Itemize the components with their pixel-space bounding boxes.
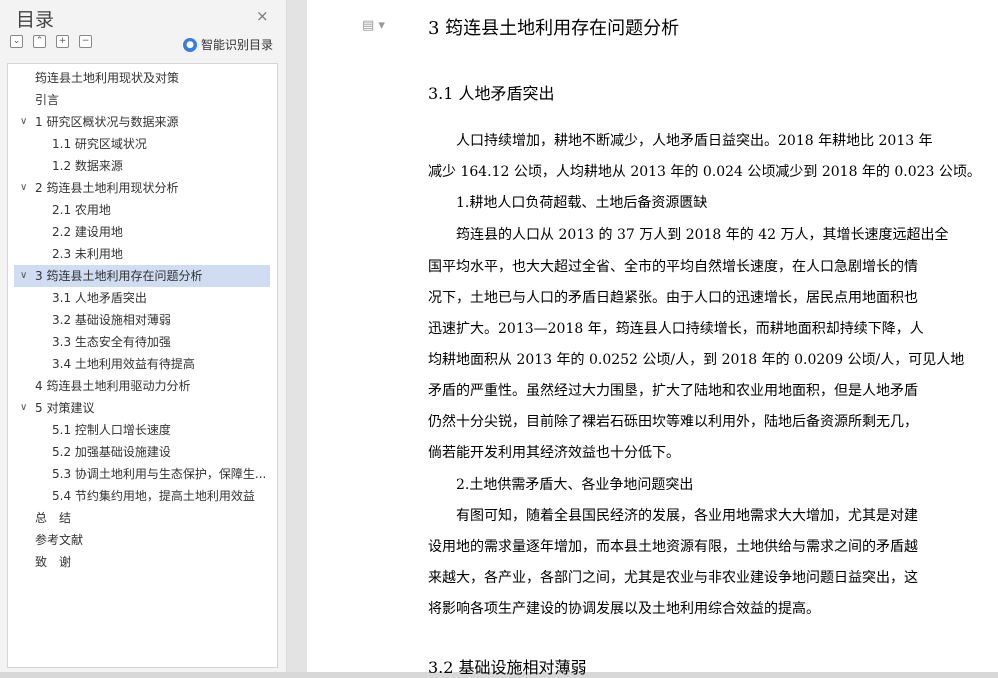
toc-item-label: 引言 xyxy=(35,93,60,107)
toc-item[interactable]: 3.2 基础设施相对薄弱 xyxy=(14,309,270,331)
remove-heading-icon[interactable]: − xyxy=(79,35,92,48)
chevron-down-icon[interactable]: ∨ xyxy=(20,111,27,133)
expand-all-icon[interactable]: ⌄ xyxy=(10,35,23,48)
paragraph-menu-icon[interactable]: ▤ ▾ xyxy=(362,18,385,33)
toc-item-label: 2.1 农用地 xyxy=(52,203,111,217)
toc-sidebar: 目录 × ⌄ ⌃ + − ● 智能识别目录 筠连县土地利用现状及对策 引言 ∨ 1 研… xyxy=(0,0,287,672)
toc-outline: 筠连县土地利用现状及对策 引言 ∨ 1 研究区概状况与数据来源 1.1 研究区域状况 1.… xyxy=(7,63,278,668)
toc-item-label: 2.2 建设用地 xyxy=(52,225,123,239)
toc-item[interactable]: ∨ 1 研究区概状况与数据来源 xyxy=(14,111,270,133)
paragraph-line: 减少 164.12 公顷，人均耕地从 2013 年的 0.024 公顷减少到 2… xyxy=(428,164,981,180)
paragraph-line: 均耕地面积从 2013 年的 0.0252 公顷/人，到 2018 年的 0.0… xyxy=(428,352,965,368)
toc-item[interactable]: 5.4 节约集约用地，提高土地利用效益 xyxy=(14,485,270,507)
paragraph-line: 设用地的需求量逐年增加，而本县土地资源有限，土地供给与需求之间的矛盾越 xyxy=(428,539,918,555)
toc-item-label: 1.1 研究区域状况 xyxy=(52,137,147,151)
toc-item-label: 4 筠连县土地利用驱动力分析 xyxy=(35,379,191,393)
paragraph-line: 2.土地供需矛盾大、各业争地问题突出 xyxy=(428,477,694,493)
toc-item[interactable]: 3.4 土地利用效益有待提高 xyxy=(14,353,270,375)
add-heading-icon[interactable]: + xyxy=(56,35,69,48)
paragraph-line: 来越大，各产业，各部门之间，尤其是农业与非农业建设争地问题日益突出，这 xyxy=(428,570,918,586)
toc-item[interactable]: ∨ 2 筠连县土地利用现状分析 xyxy=(14,177,270,199)
paragraph-line: 将影响各项生产建设的协调发展以及土地利用综合效益的提高。 xyxy=(428,601,820,617)
document-page: ▤ ▾ 3 筠连县土地利用存在问题分析 3.1 人地矛盾突出 3.2 基础设施相… xyxy=(307,0,998,677)
toc-item[interactable]: 总 结 xyxy=(14,507,270,529)
smart-toc-icon: ● xyxy=(183,37,197,52)
toc-item-label: 1 研究区概状况与数据来源 xyxy=(35,115,179,129)
toc-item-label: 总 结 xyxy=(35,511,72,525)
chevron-down-icon[interactable]: ∨ xyxy=(20,265,27,287)
toc-item[interactable]: 3.3 生态安全有待加强 xyxy=(14,331,270,353)
toc-title: 目录 xyxy=(16,9,55,31)
toc-item[interactable]: 参考文献 xyxy=(14,529,270,551)
chevron-down-icon[interactable]: ∨ xyxy=(20,177,27,199)
toc-item[interactable]: ∨ 5 对策建议 xyxy=(14,397,270,419)
toc-item[interactable]: 3.1 人地矛盾突出 xyxy=(14,287,270,309)
toc-item-label: 3.4 土地利用效益有待提高 xyxy=(52,357,195,371)
section-heading: 3 筠连县土地利用存在问题分析 xyxy=(428,18,680,39)
paragraph-line: 况下，土地已与人口的矛盾日趋紧张。由于人口的迅速增长，居民点用地面积也 xyxy=(428,290,918,306)
toc-item[interactable]: 2.3 未利用地 xyxy=(14,243,270,265)
toc-item[interactable]: 1.2 数据来源 xyxy=(14,155,270,177)
toc-item[interactable]: 2.2 建设用地 xyxy=(14,221,270,243)
toc-item-label: 5.2 加强基础设施建设 xyxy=(52,445,171,459)
toc-item-label: 2.3 未利用地 xyxy=(52,247,123,261)
paragraph-line: 矛盾的严重性。虽然经过大力围垦，扩大了陆地和农业用地面积，但是人地矛盾 xyxy=(428,383,918,399)
toc-item[interactable]: 2.1 农用地 xyxy=(14,199,270,221)
paragraph-line: 有图可知，随着全县国民经济的发展，各业用地需求大大增加，尤其是对建 xyxy=(428,508,918,524)
toc-item[interactable]: 4 筠连县土地利用驱动力分析 xyxy=(14,375,270,397)
toc-toolbar: ⌄ ⌃ + − xyxy=(10,35,92,48)
collapse-all-icon[interactable]: ⌃ xyxy=(33,35,46,48)
toc-item-label: 筠连县土地利用现状及对策 xyxy=(35,71,180,85)
paragraph-line: 国平均水平，也大大超过全省、全市的平均自然增长速度，在人口急剧增长的情 xyxy=(428,259,918,275)
toc-item-label: 3.2 基础设施相对薄弱 xyxy=(52,313,171,327)
smart-toc-button[interactable]: ● 智能识别目录 xyxy=(183,36,273,53)
toc-item-label: 致 谢 xyxy=(35,555,72,569)
toc-item[interactable]: 筠连县土地利用现状及对策 xyxy=(14,67,270,89)
paragraph-line: 倘若能开发利用其经济效益也十分低下。 xyxy=(428,445,680,461)
toc-item[interactable]: 1.1 研究区域状况 xyxy=(14,133,270,155)
page-gutter xyxy=(287,0,307,672)
subsection-heading: 3.1 人地矛盾突出 xyxy=(428,84,555,103)
toc-item-label: 2 筠连县土地利用现状分析 xyxy=(35,181,179,195)
next-subsection-heading: 3.2 基础设施相对薄弱 xyxy=(428,658,587,677)
toc-item[interactable]: 致 谢 xyxy=(14,551,270,573)
toc-item[interactable]: 引言 xyxy=(14,89,270,111)
toc-item-label: 5 对策建议 xyxy=(35,401,95,415)
toc-item[interactable]: 5.2 加强基础设施建设 xyxy=(14,441,270,463)
paragraph-line: 仍然十分尖锐，目前除了裸岩石砾田坎等难以利用外，陆地后备资源所剩无几， xyxy=(428,414,918,430)
close-icon[interactable]: × xyxy=(256,7,269,25)
toc-item-label: 3.1 人地矛盾突出 xyxy=(52,291,147,305)
smart-toc-label: 智能识别目录 xyxy=(201,38,274,52)
toc-item-label: 参考文献 xyxy=(35,533,84,547)
toc-item-label: 5.4 节约集约用地，提高土地利用效益 xyxy=(52,489,255,503)
paragraph-line: 迅速扩大。2013—2018 年，筠连县人口持续增长，而耕地面积却持续下降，人 xyxy=(428,321,924,337)
toc-item-label: 3.3 生态安全有待加强 xyxy=(52,335,171,349)
paragraph-line: 筠连县的人口从 2013 的 37 万人到 2018 年的 42 万人，其增长速… xyxy=(428,227,949,243)
toc-item[interactable]: 5.1 控制人口增长速度 xyxy=(14,419,270,441)
chevron-down-icon[interactable]: ∨ xyxy=(20,397,27,419)
paragraph-line: 1.耕地人口负荷超载、土地后备资源匮缺 xyxy=(428,195,708,211)
toc-item[interactable]: 5.3 协调土地利用与生态保护，保障生... xyxy=(14,463,270,485)
paragraph-line: 人口持续增加，耕地不断减少，人地矛盾日益突出。2018 年耕地比 2013 年 xyxy=(428,133,933,149)
toc-item-label: 5.3 协调土地利用与生态保护，保障生... xyxy=(52,467,267,481)
toc-item-label: 1.2 数据来源 xyxy=(52,159,123,173)
toc-item[interactable]: ∨ 3 筠连县土地利用存在问题分析 xyxy=(14,265,270,287)
toc-item-label: 5.1 控制人口增长速度 xyxy=(52,423,171,437)
toc-item-label: 3 筠连县土地利用存在问题分析 xyxy=(35,269,203,283)
